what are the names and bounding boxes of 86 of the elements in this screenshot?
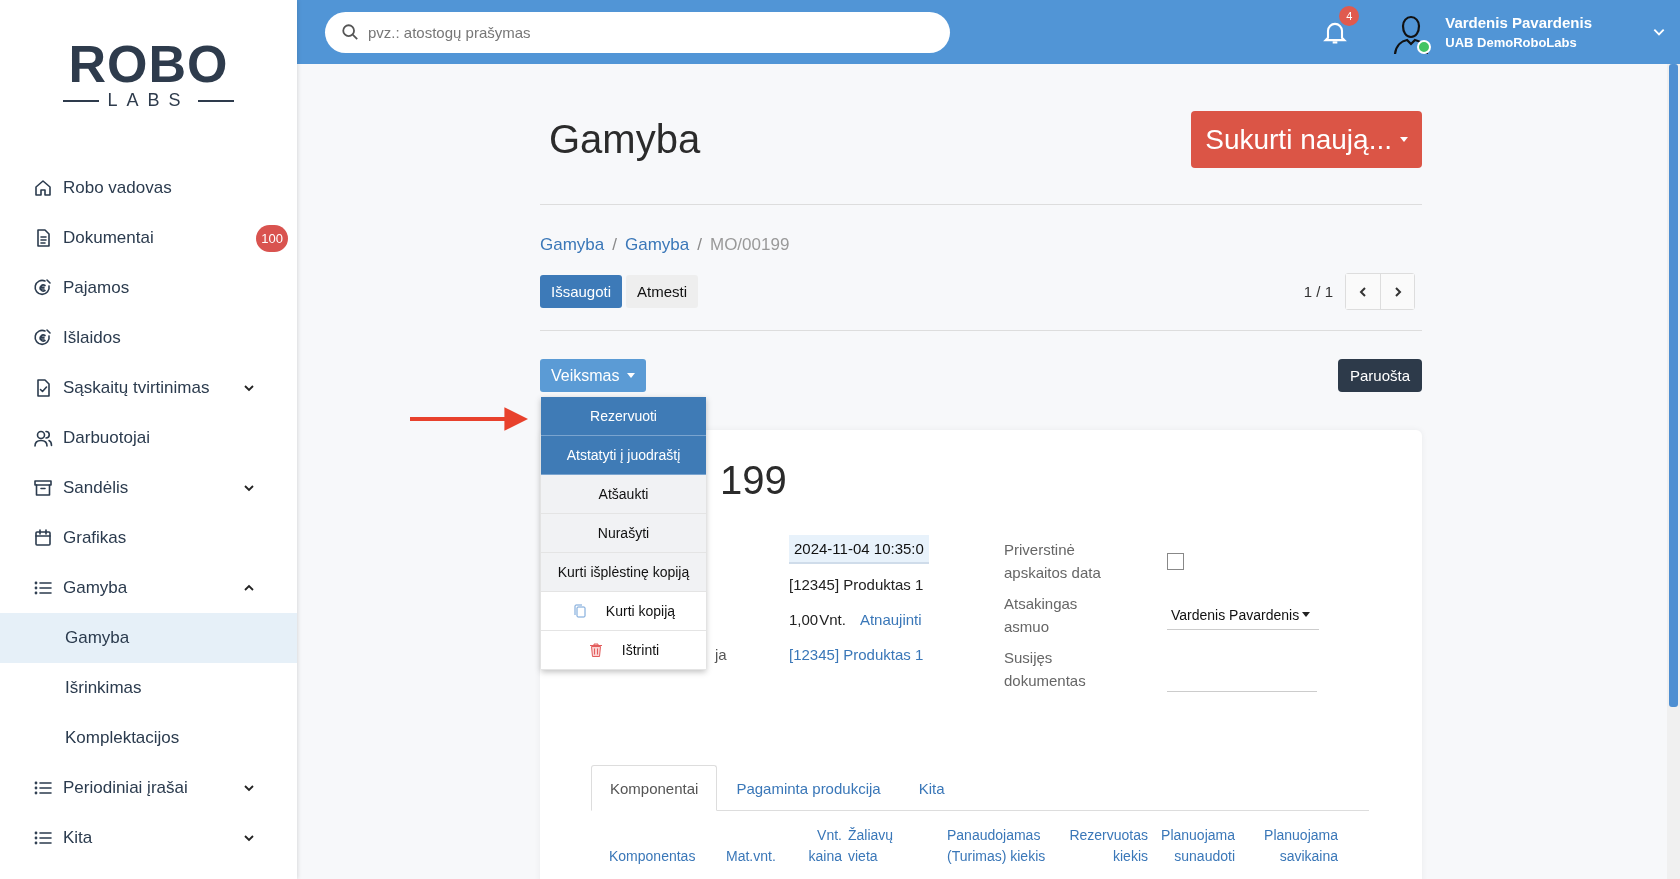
breadcrumb-link[interactable]: Gamyba: [540, 235, 605, 255]
nav-subitem[interactable]: Komplektacijos: [0, 713, 297, 763]
record-title: 199: [720, 457, 787, 504]
nav-item[interactable]: Pajamos: [0, 263, 297, 313]
logo: ROBO LABS: [0, 0, 297, 163]
nav-label: Periodiniai įrašai: [63, 778, 189, 798]
user-name: Vardenis Pavardenis: [1445, 14, 1592, 31]
nav-label: Išlaidos: [63, 328, 122, 348]
nav-label: Gamyba: [63, 578, 129, 598]
nav-item[interactable]: Sandėlis: [0, 463, 297, 513]
menu-item[interactable]: Kurti kopiją: [541, 592, 706, 631]
menu-item[interactable]: Nurašyti: [541, 514, 706, 553]
update-link[interactable]: Atnaujinti: [859, 611, 922, 628]
column-header[interactable]: Planuojama savikaina: [1241, 825, 1338, 867]
notification-badge: 4: [1339, 6, 1360, 26]
column-header[interactable]: Mat.vnt.: [726, 825, 799, 867]
euro-icon: [33, 328, 53, 348]
nav-label: Kita: [63, 828, 94, 848]
nav-subitem[interactable]: Gamyba: [0, 613, 297, 663]
menu-item[interactable]: Atšaukti: [541, 475, 706, 514]
checkbox[interactable]: [1167, 552, 1184, 570]
breadcrumb-link[interactable]: Gamyba: [625, 235, 690, 255]
save-button[interactable]: Išsaugoti: [540, 275, 623, 308]
field-value: [12345] Produktas 1: [789, 576, 924, 593]
status-button[interactable]: Paruošta: [1337, 359, 1422, 392]
cal-icon: [33, 528, 53, 548]
trash-icon: [587, 642, 604, 658]
company-name: UAB DemoRoboLabs: [1445, 35, 1578, 50]
menu-item[interactable]: Kurti išplėstinę kopiją: [541, 553, 706, 592]
users-icon: [33, 428, 53, 448]
scrollbar[interactable]: [1667, 64, 1680, 879]
home-icon: [33, 178, 53, 198]
nav-subitem[interactable]: Išrinkimas: [0, 663, 297, 713]
nav-item[interactable]: Grafikas: [0, 513, 297, 563]
nav-item[interactable]: Gamyba: [0, 563, 297, 613]
create-button[interactable]: Sukurti naują...: [1191, 111, 1422, 168]
search-field[interactable]: pvz.: atostogų prašymas: [325, 11, 950, 53]
field-label: Priverstinė apskaitos data: [1004, 540, 1102, 583]
next-button[interactable]: [1380, 274, 1414, 309]
column-header[interactable]: Komponentas: [609, 825, 720, 867]
count-badge: 100: [256, 224, 288, 252]
tab[interactable]: Komponentai: [591, 765, 718, 811]
field-label: ja: [715, 645, 727, 663]
field-label: Susijęs dokumentas: [1004, 648, 1087, 691]
nav-item[interactable]: Periodiniai įrašai: [0, 763, 297, 813]
tab[interactable]: Kita: [899, 765, 964, 811]
nav-label: Darbuotojai: [63, 428, 151, 448]
nav-label: Grafikas: [63, 528, 128, 548]
unit-text: Vnt.: [819, 611, 846, 628]
copy-icon: [571, 603, 588, 619]
nav-label: Pajamos: [63, 278, 131, 298]
page-title: Gamyba: [548, 117, 701, 162]
box-icon: [33, 478, 53, 498]
pager-count: 1 / 1: [1303, 283, 1333, 300]
nav-label: Sandėlis: [63, 478, 130, 498]
menu-item[interactable]: Atstatyti į juodraštį: [541, 436, 706, 475]
breadcrumb-current: MO/00199: [709, 235, 790, 255]
nav-item[interactable]: Kita: [0, 813, 297, 863]
column-header[interactable]: Planuojama sunaudoti: [1154, 825, 1235, 867]
nav-label: Dokumentai: [63, 228, 155, 248]
column-header[interactable]: Rezervuotas kiekis: [1065, 825, 1148, 867]
scrollbar-thumb[interactable]: [1669, 64, 1678, 707]
field-label: Atsakingas asmuo: [1004, 594, 1079, 637]
nav-item[interactable]: Išlaidos: [0, 313, 297, 363]
date-field[interactable]: 2024-11-04 10:35:0: [789, 535, 929, 564]
euro-icon: [33, 278, 53, 298]
nav-label: Robo vadovas: [63, 178, 173, 198]
column-header[interactable]: Panaudojamas (Turimas) kiekis: [947, 825, 1059, 867]
search-icon: [341, 22, 359, 41]
tab[interactable]: Pagaminta produkcija: [717, 765, 900, 811]
menu-item[interactable]: Rezervuoti: [541, 397, 706, 436]
breadcrumb-separator: /: [697, 235, 702, 255]
column-header[interactable]: Žaliavų vieta: [848, 825, 941, 867]
nav-item[interactable]: Darbuotojai: [0, 413, 297, 463]
column-header[interactable]: Vnt. kaina: [805, 825, 842, 867]
nav-item[interactable]: Sąskaitų tvirtinimas: [0, 363, 297, 413]
product-link[interactable]: [12345] Produktas 1: [789, 646, 924, 663]
menu-item[interactable]: Ištrinti: [541, 631, 706, 670]
breadcrumb-separator: /: [612, 235, 617, 255]
nav-item[interactable]: Robo vadovas: [0, 163, 297, 213]
nav-label: Sąskaitų tvirtinimas: [63, 378, 211, 398]
chevron-left-icon: [1357, 285, 1369, 298]
nav-item[interactable]: Dokumentai 100: [0, 213, 297, 263]
discard-button[interactable]: Atmesti: [626, 275, 699, 308]
quantity-value: 1,00: [789, 611, 819, 628]
select-field[interactable]: Vardenis Pavardenis: [1167, 600, 1319, 630]
